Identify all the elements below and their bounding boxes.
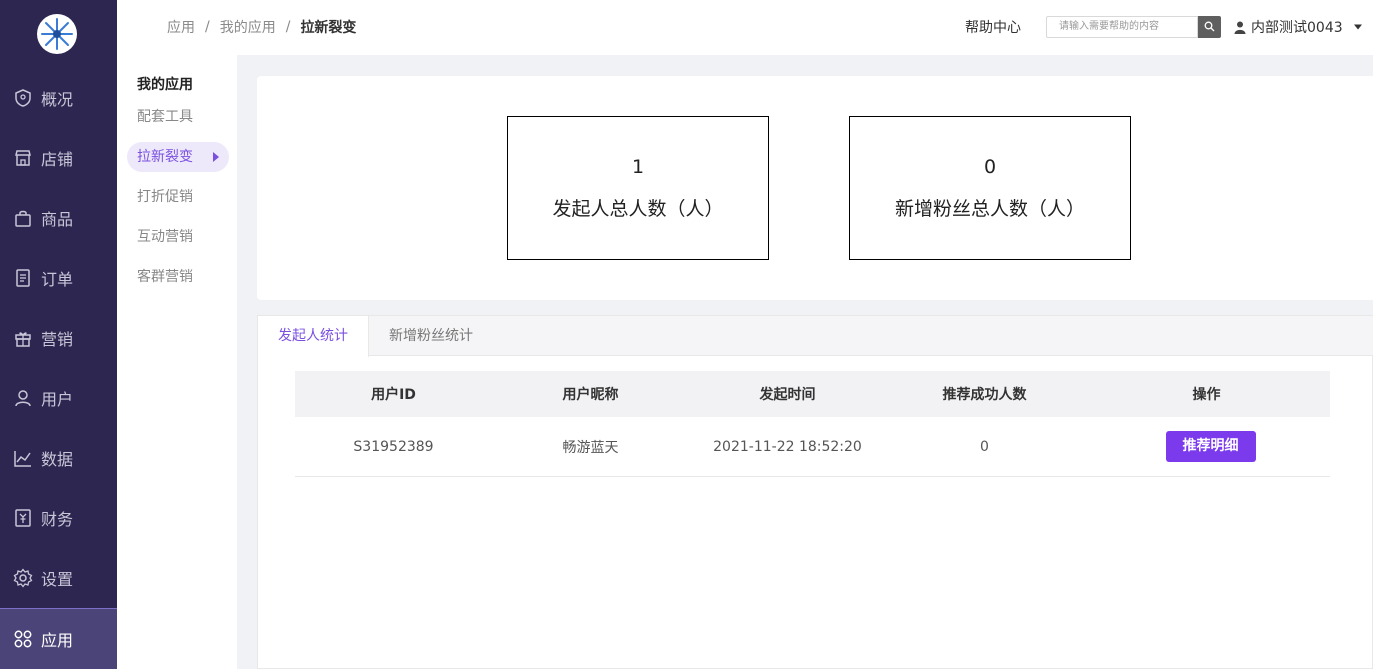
app-subnav: 我的应用 配套工具 拉新裂变 打折促销 互动营销 客群营销 [117,55,237,669]
user-menu[interactable]: 内部测试0043 [1234,17,1363,37]
referral-detail-button[interactable]: 推荐明细 [1165,431,1256,462]
subnav-title: 我的应用 [137,77,193,93]
breadcrumb-separator: / [205,19,210,35]
topbar: 应用 / 我的应用 / 拉新裂变 帮助中心 请输入需要帮助的内容 内部测试004… [117,0,1373,55]
tab-new-fan-stats[interactable]: 新增粉丝统计 [369,316,493,356]
breadcrumb-item-current: 拉新裂变 [300,20,357,36]
nav-label: 商品 [41,210,74,229]
user-icon [1234,21,1246,34]
nav-item-data[interactable]: 数据 [0,428,117,488]
cell-user-id: S31952389 [353,438,434,455]
nav-item-finance[interactable]: 财务 [0,488,117,548]
list-panel: 发起人统计 新增粉丝统计 用户ID 用户昵称 发起时间 推荐成功人数 操作 S3… [257,315,1373,669]
breadcrumb-item-my-apps[interactable]: 我的应用 [220,17,276,37]
store-icon [13,148,33,168]
stat-new-fans: 0 新增粉丝总人数（人） [849,116,1131,260]
nav-item-store[interactable]: 店铺 [0,128,117,188]
subnav-item-label: 拉新裂变 [137,149,193,165]
nav-label: 数据 [41,450,74,469]
user-name: 内部测试0043 [1251,20,1343,36]
search-placeholder: 请输入需要帮助的内容 [1059,21,1159,32]
nav-label: 应用 [41,631,74,650]
subnav-item-interactive[interactable]: 互动营销 [127,222,229,252]
nav-label: 设置 [41,570,74,589]
yen-icon [13,508,33,528]
column-header: 发起时间 [759,387,816,403]
column-header: 推荐成功人数 [942,387,1027,403]
search-icon [1204,21,1215,32]
stat-value: 1 [631,155,645,178]
caret-down-icon [1353,24,1362,30]
nav-item-goods[interactable]: 商品 [0,188,117,248]
column-header: 用户ID [371,387,416,403]
subnav-item-segments[interactable]: 客群营销 [127,262,229,292]
table-header: 用户ID 用户昵称 发起时间 推荐成功人数 操作 [295,371,1330,417]
column-header: 用户昵称 [562,387,619,403]
gift-icon [13,328,33,348]
stats-panel: 1 发起人总人数（人） 0 新增粉丝总人数（人） [257,76,1373,300]
nav-label: 营销 [41,330,74,349]
tab-bar: 发起人统计 新增粉丝统计 [258,316,1373,357]
breadcrumb-item-apps[interactable]: 应用 [167,17,195,37]
stat-label: 新增粉丝总人数（人） [894,197,1085,220]
subnav-item-discount[interactable]: 打折促销 [127,182,229,212]
cell-success-count: 0 [980,438,989,455]
gear-icon [13,568,33,588]
sidebar: 概况 店铺 商品 订单 营销 用户 数据 财务 设置 应用 [0,0,117,669]
cell-action: 推荐明细 [1083,431,1330,462]
initiator-table: 用户ID 用户昵称 发起时间 推荐成功人数 操作 S31952389 畅游蓝天 … [295,371,1330,477]
shield-icon [13,88,33,108]
subnav-item-fission[interactable]: 拉新裂变 [127,142,229,172]
nav-item-settings[interactable]: 设置 [0,548,117,608]
nav-label: 财务 [41,510,74,529]
breadcrumb: 应用 / 我的应用 / 拉新裂变 [167,17,356,37]
nav-label: 概况 [41,90,74,109]
tab-initiator-stats[interactable]: 发起人统计 [258,316,369,357]
caret-right-icon [213,152,219,162]
document-icon [13,268,33,288]
nav-item-users[interactable]: 用户 [0,368,117,428]
breadcrumb-separator: / [285,19,291,35]
stat-value: 0 [983,155,997,178]
nav-label: 订单 [41,270,74,289]
stat-label: 发起人总人数（人） [552,197,724,220]
apps-icon [13,629,33,649]
nav-item-overview[interactable]: 概况 [0,68,117,128]
cell-nickname: 畅游蓝天 [562,439,619,456]
nav-item-apps[interactable]: 应用 [0,608,117,669]
cell-time: 2021-11-22 18:52:20 [713,438,862,455]
bag-icon [13,208,33,228]
nav-item-marketing[interactable]: 营销 [0,308,117,368]
chart-icon [13,448,33,468]
stat-initiators: 1 发起人总人数（人） [507,116,769,260]
help-center-link[interactable]: 帮助中心 [965,17,1021,37]
subnav-item-tools[interactable]: 配套工具 [127,102,229,132]
search-input[interactable]: 请输入需要帮助的内容 [1046,16,1198,38]
nav-label: 用户 [41,390,74,409]
user-icon [13,388,33,408]
column-header: 操作 [1192,387,1221,403]
search-button[interactable] [1198,16,1221,38]
nav-label: 店铺 [41,150,74,169]
nav-item-orders[interactable]: 订单 [0,248,117,308]
logo-icon[interactable] [37,14,77,54]
table-row: S31952389 畅游蓝天 2021-11-22 18:52:20 0 推荐明… [295,417,1330,477]
